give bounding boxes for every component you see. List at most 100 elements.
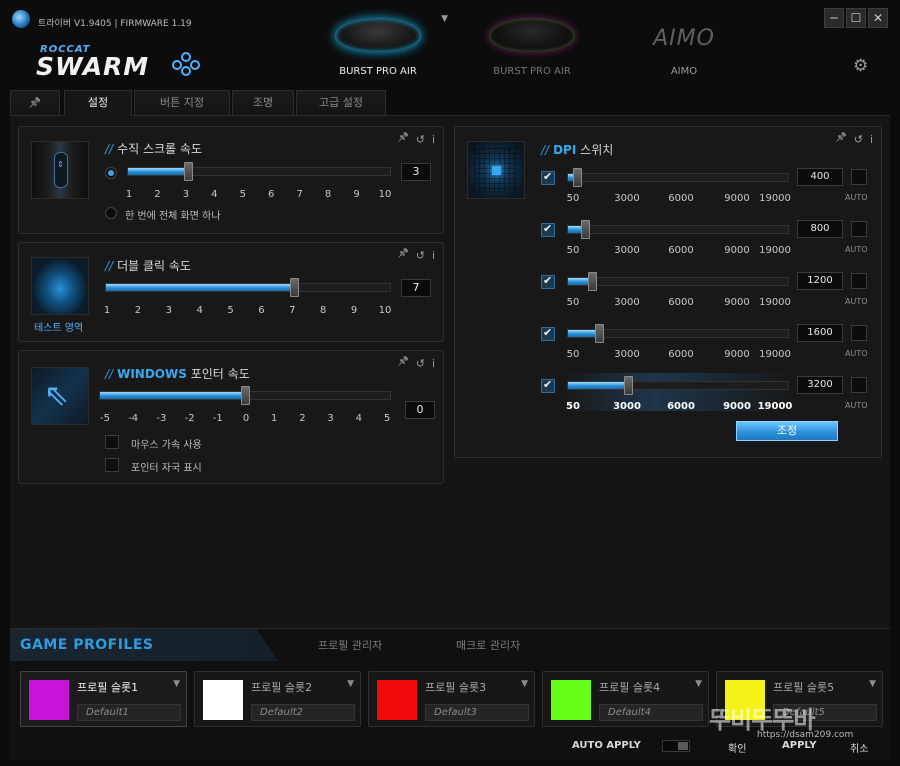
dpi-row: 50 3000 6000 9000 19000 1600 AUTO: [455, 324, 883, 375]
pin-icon[interactable]: 📌: [398, 133, 409, 146]
device-burst-pro-air-active[interactable]: BURST PRO AIR ▼: [318, 12, 448, 82]
profile-color-swatch[interactable]: [203, 680, 243, 720]
tab-advanced[interactable]: 고급 설정: [296, 90, 386, 116]
profile-name-field[interactable]: Default3: [425, 704, 529, 721]
reset-icon[interactable]: ↺: [854, 133, 863, 146]
info-icon[interactable]: i: [432, 249, 435, 262]
device-dropdown-icon[interactable]: ▼: [441, 14, 448, 24]
dpi-color-box[interactable]: [851, 169, 867, 185]
dpi-color-box[interactable]: [851, 273, 867, 289]
pin-icon[interactable]: 📌: [836, 133, 847, 146]
dpi-value[interactable]: 1600: [797, 324, 843, 342]
slider-handle[interactable]: [183, 162, 193, 181]
reset-icon[interactable]: ↺: [416, 133, 425, 146]
dpi-auto-label: AUTO: [845, 401, 868, 410]
dpi-slider[interactable]: [567, 272, 789, 291]
scroll-speed-slider[interactable]: [127, 162, 391, 181]
slider-handle[interactable]: [241, 386, 250, 405]
tick-label: 6: [268, 189, 275, 200]
chevron-down-icon[interactable]: ▼: [173, 679, 180, 689]
dpi-enable-checkbox[interactable]: [541, 222, 555, 237]
auto-apply-toggle[interactable]: [662, 740, 690, 752]
profile-name-field[interactable]: Default1: [77, 704, 181, 721]
pin-icon[interactable]: 📌: [398, 249, 409, 262]
pointer-speed-panel: 📌 ↺ i ⇖ //WINDOWS 포인터 속도 0 -5 -4 -3 -2 -1 0 1 2…: [18, 350, 444, 484]
maximize-button[interactable]: ☐: [846, 8, 866, 28]
pointer-speed-value[interactable]: 0: [405, 401, 435, 419]
pointer-speed-slider[interactable]: [99, 386, 391, 405]
slider-handle[interactable]: [290, 278, 300, 297]
chevron-down-icon[interactable]: ▼: [347, 679, 354, 689]
tick-label: 6000: [668, 245, 694, 256]
profile-color-swatch[interactable]: [551, 680, 591, 720]
tab-profile-manager[interactable]: 프로필 관리자: [318, 637, 382, 653]
dpi-value[interactable]: 800: [797, 220, 843, 238]
tick-label: 6000: [668, 193, 694, 204]
dpi-slider[interactable]: [567, 220, 789, 239]
cancel-button[interactable]: 취소: [850, 740, 868, 755]
device-aimo[interactable]: AIMO AIMO: [624, 12, 744, 82]
dpi-switch-title: //DPI 스위치: [541, 143, 614, 157]
scroll-lines-radio[interactable]: [105, 167, 117, 179]
pointer-trail-checkbox[interactable]: [105, 458, 119, 472]
dpi-enable-checkbox[interactable]: [541, 274, 555, 289]
ok-button[interactable]: 확인: [728, 740, 746, 755]
tab-button-assign[interactable]: 버튼 지정: [134, 90, 230, 116]
dpi-slider[interactable]: [567, 376, 789, 395]
dpi-color-box[interactable]: [851, 325, 867, 341]
profile-slot[interactable]: 프로필 슬롯3 ▼ Default3: [368, 671, 535, 727]
profile-name-field[interactable]: Default4: [599, 704, 703, 721]
test-area-image[interactable]: [31, 257, 89, 315]
tab-lighting[interactable]: 조명: [232, 90, 294, 116]
dpi-value[interactable]: 1200: [797, 272, 843, 290]
dpi-color-box[interactable]: [851, 221, 867, 237]
reset-icon[interactable]: ↺: [416, 249, 425, 262]
dpi-value[interactable]: 400: [797, 168, 843, 186]
slider-handle[interactable]: [587, 272, 597, 291]
version-label: 트라이버 V1.9405 | FIRMWARE 1.19: [38, 19, 192, 29]
profile-slot[interactable]: 프로필 슬롯2 ▼ Default2: [194, 671, 361, 727]
dpi-color-box[interactable]: [851, 377, 867, 393]
pin-icon[interactable]: 📌: [398, 357, 409, 370]
chevron-down-icon[interactable]: ▼: [521, 679, 528, 689]
dpi-adjust-button[interactable]: 조정: [736, 421, 838, 441]
scroll-speed-value[interactable]: 3: [401, 163, 431, 181]
profile-color-swatch[interactable]: [377, 680, 417, 720]
gear-icon[interactable]: ⚙: [853, 56, 868, 76]
chevron-down-icon[interactable]: ▼: [869, 679, 876, 689]
tab-pin[interactable]: 📌: [10, 90, 60, 116]
slider-handle[interactable]: [624, 376, 634, 395]
profile-name-field[interactable]: Default2: [251, 704, 355, 721]
dpi-enable-checkbox[interactable]: [541, 326, 555, 341]
double-click-value[interactable]: 7: [401, 279, 431, 297]
info-icon[interactable]: i: [432, 133, 435, 146]
dpi-enable-checkbox[interactable]: [541, 170, 555, 185]
dpi-value[interactable]: 3200: [797, 376, 843, 394]
slider-handle[interactable]: [580, 220, 590, 239]
tick-label: 9000: [723, 401, 751, 412]
chevron-down-icon[interactable]: ▼: [695, 679, 702, 689]
profile-slot[interactable]: 프로필 슬롯4 ▼ Default4: [542, 671, 709, 727]
info-icon[interactable]: i: [870, 133, 873, 146]
slider-handle[interactable]: [573, 168, 583, 187]
reset-icon[interactable]: ↺: [416, 357, 425, 370]
info-icon[interactable]: i: [432, 357, 435, 370]
full-page-radio[interactable]: [105, 207, 117, 219]
profile-slot[interactable]: 프로필 슬롯1 ▼ Default1: [20, 671, 187, 727]
mouse-accel-checkbox[interactable]: [105, 435, 119, 449]
dpi-slider[interactable]: [567, 168, 789, 187]
dpi-ticks: 50 3000 6000 9000 19000: [566, 401, 792, 413]
close-button[interactable]: ✕: [868, 8, 888, 28]
dpi-enable-checkbox[interactable]: [541, 378, 555, 393]
tick-label: 2: [299, 413, 306, 424]
device-burst-pro-air-second[interactable]: BURST PRO AIR: [472, 12, 592, 82]
tab-macro-manager[interactable]: 매크로 관리자: [456, 637, 520, 653]
tab-settings[interactable]: 설정: [64, 90, 132, 116]
minimize-button[interactable]: ─: [824, 8, 844, 28]
double-click-slider[interactable]: [105, 278, 391, 297]
dpi-slider[interactable]: [567, 324, 789, 343]
slider-handle[interactable]: [595, 324, 605, 343]
tick-label: 4: [355, 413, 362, 424]
profile-color-swatch[interactable]: [29, 680, 69, 720]
dpi-auto-label: AUTO: [845, 297, 868, 306]
